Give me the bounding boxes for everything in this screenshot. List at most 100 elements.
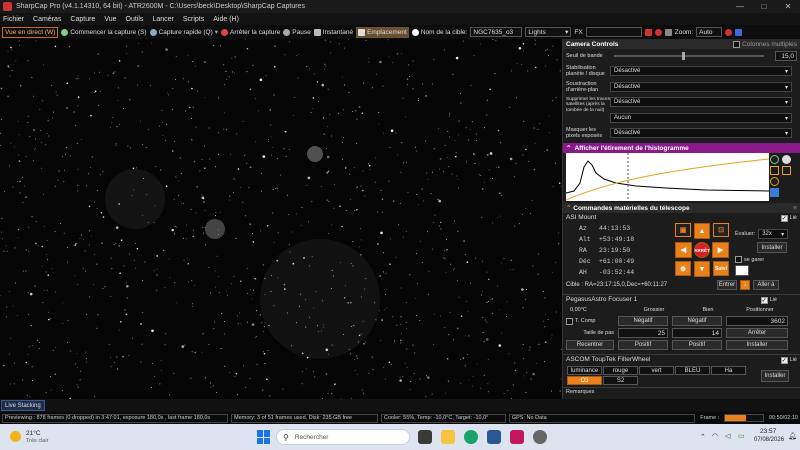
maximize-button[interactable]: □ (752, 0, 776, 13)
focuser-install-button[interactable]: Installer (726, 340, 788, 350)
multi-columns-checkbox[interactable] (733, 40, 741, 48)
fine-step-input[interactable]: 14 (672, 328, 722, 338)
coarse-negative-button[interactable]: Négatif (618, 316, 668, 326)
snapshot-button[interactable]: Instantané (313, 28, 353, 36)
clock-date[interactable]: 07/08/2026 (754, 437, 784, 443)
reset-icon[interactable] (770, 177, 779, 186)
histogram-chart[interactable] (566, 153, 769, 201)
band-threshold-input[interactable]: 15,0 (774, 51, 797, 61)
wifi-icon[interactable]: ◠ (712, 432, 718, 440)
fx-select[interactable] (585, 27, 642, 37)
enter-coords-button[interactable]: Entrer (717, 280, 737, 290)
filter-ha-button[interactable]: Ha (711, 366, 746, 375)
collapse-icon[interactable]: ⌃ (566, 205, 571, 212)
band-threshold-slider[interactable] (613, 52, 764, 60)
minimize-button[interactable]: — (728, 0, 752, 13)
filter-s2-button[interactable]: S2 (603, 376, 638, 385)
battery-icon[interactable]: ▭ (738, 432, 745, 440)
image-viewer[interactable] (0, 39, 562, 399)
contrast-icon[interactable] (782, 155, 791, 164)
close-button[interactable]: ✕ (776, 0, 800, 13)
focuser-linked-checkbox[interactable]: ✓ (760, 296, 768, 304)
file-explorer-icon[interactable] (441, 430, 455, 444)
star-icon[interactable] (735, 265, 749, 276)
menu-view[interactable]: Vue (104, 16, 116, 23)
filter-luminance-button[interactable]: luminance (567, 366, 602, 375)
north-arrow-button[interactable]: ▲ (694, 223, 710, 239)
recenter-button[interactable]: Recentrer (566, 340, 614, 350)
slew-ne-button[interactable]: ⊡ (713, 223, 729, 237)
menu-help[interactable]: Aide (H) (213, 16, 239, 23)
menu-launch[interactable]: Lancer (152, 16, 173, 23)
task-view-icon[interactable] (418, 430, 432, 444)
filter-o3-button[interactable]: O3 (567, 376, 602, 385)
tray-chevron-icon[interactable]: ⌃ (700, 433, 706, 441)
west-arrow-button[interactable]: ◀ (675, 242, 692, 258)
camera-controls-header[interactable]: Camera Controls Colonnes multiples (563, 39, 800, 49)
goto-button[interactable]: Aller à (753, 280, 779, 290)
menu-cameras[interactable]: Caméras (33, 16, 61, 23)
taskbar-search[interactable]: ⚲ Rechercher (276, 429, 410, 445)
cc-row-select[interactable]: Désactivé ▾ (610, 128, 792, 138)
app-red-icon[interactable] (510, 430, 524, 444)
histogram-header[interactable]: ⌃ Afficher l'étirement de l'histogramme (563, 143, 800, 153)
color-icon[interactable] (725, 28, 733, 36)
sharpcap-taskbar-icon[interactable] (533, 430, 547, 444)
mount-install-button[interactable]: Installer (757, 242, 787, 253)
notification-icon[interactable]: 🔔︎ (788, 432, 797, 440)
menu-file[interactable]: Fichier (3, 16, 24, 23)
quick-capture-button[interactable]: Capture rapide (Q) ▾ (149, 28, 218, 36)
filter-blue-button[interactable]: BLEU (675, 366, 710, 375)
grid-icon[interactable] (664, 28, 672, 36)
filterwheel-install-button[interactable]: Installer (761, 370, 789, 382)
focuser-stop-button[interactable]: Arrêter (726, 328, 788, 338)
stop-capture-button[interactable]: Arrêter la capture (221, 28, 280, 36)
south-arrow-button[interactable]: ▼ (694, 261, 710, 277)
menu-capture[interactable]: Capture (70, 16, 95, 23)
cc-row-select[interactable]: Désactivé ▾ (610, 82, 792, 92)
location-button[interactable]: Emplacement (356, 26, 409, 38)
east-arrow-button[interactable]: ▶ (712, 242, 729, 258)
circle-overlay-icon[interactable] (654, 28, 662, 36)
edge-icon[interactable] (464, 430, 478, 444)
target-name-input[interactable]: NGC7635_o3 (470, 27, 523, 37)
filter-red-button[interactable]: rouge (603, 366, 638, 375)
filter-green-button[interactable]: vert (639, 366, 674, 375)
volume-icon[interactable]: ◁ (725, 432, 730, 440)
info-icon[interactable] (770, 155, 779, 164)
weather-temp[interactable]: 21°C (26, 430, 41, 437)
frame-type-select[interactable]: Lights ▾ (525, 27, 572, 37)
zoom-select[interactable]: Auto (696, 27, 723, 37)
cc-row-select[interactable]: Désactivé ▾ (610, 66, 792, 76)
stop-slew-button[interactable]: ARRÊT (694, 242, 710, 258)
menu-tools[interactable]: Outils (126, 16, 144, 23)
menu-scripts[interactable]: Scripts (183, 16, 204, 23)
target-crosshair-button[interactable]: ⊕ (675, 261, 691, 276)
live-stacking-tab[interactable]: Live Stacking (1, 400, 45, 411)
park-checkbox[interactable] (735, 256, 742, 263)
tracking-button[interactable]: Suivi (713, 261, 729, 276)
collapse-icon[interactable]: ⌃ (566, 144, 571, 152)
pencil-icon[interactable] (735, 28, 743, 36)
cc-row-select-secondary[interactable]: Aucun ▾ (610, 113, 792, 123)
coarse-step-input[interactable]: 25 (618, 328, 668, 338)
live-view-button[interactable]: Vue en direct (W) (2, 26, 59, 38)
sun-icon[interactable] (10, 431, 21, 442)
pause-button[interactable]: Pause (283, 28, 311, 36)
fine-positive-button[interactable]: Positif (672, 340, 722, 350)
menu-icon[interactable]: ≡ (793, 205, 797, 212)
bolt-icon[interactable] (770, 166, 779, 175)
red-frame-icon[interactable] (644, 28, 652, 36)
slew-nw-button[interactable]: ▣ (675, 223, 691, 237)
filterwheel-linked-checkbox[interactable]: ✓ (780, 356, 788, 364)
tcomp-checkbox[interactable] (566, 317, 573, 325)
lock-icon[interactable] (782, 166, 791, 175)
save-icon[interactable] (770, 188, 779, 197)
windows-start-icon[interactable] (257, 430, 271, 444)
telescope-header[interactable]: ⌃ Commandes matérielles du télescope ≡ (563, 203, 800, 213)
coarse-positive-button[interactable]: Positif (618, 340, 668, 350)
slider-handle[interactable] (681, 52, 685, 60)
fine-negative-button[interactable]: Négatif (672, 316, 722, 326)
focuser-position-input[interactable]: 3602 (726, 316, 788, 326)
multi-columns-toggle[interactable]: Colonnes multiples (733, 40, 797, 48)
